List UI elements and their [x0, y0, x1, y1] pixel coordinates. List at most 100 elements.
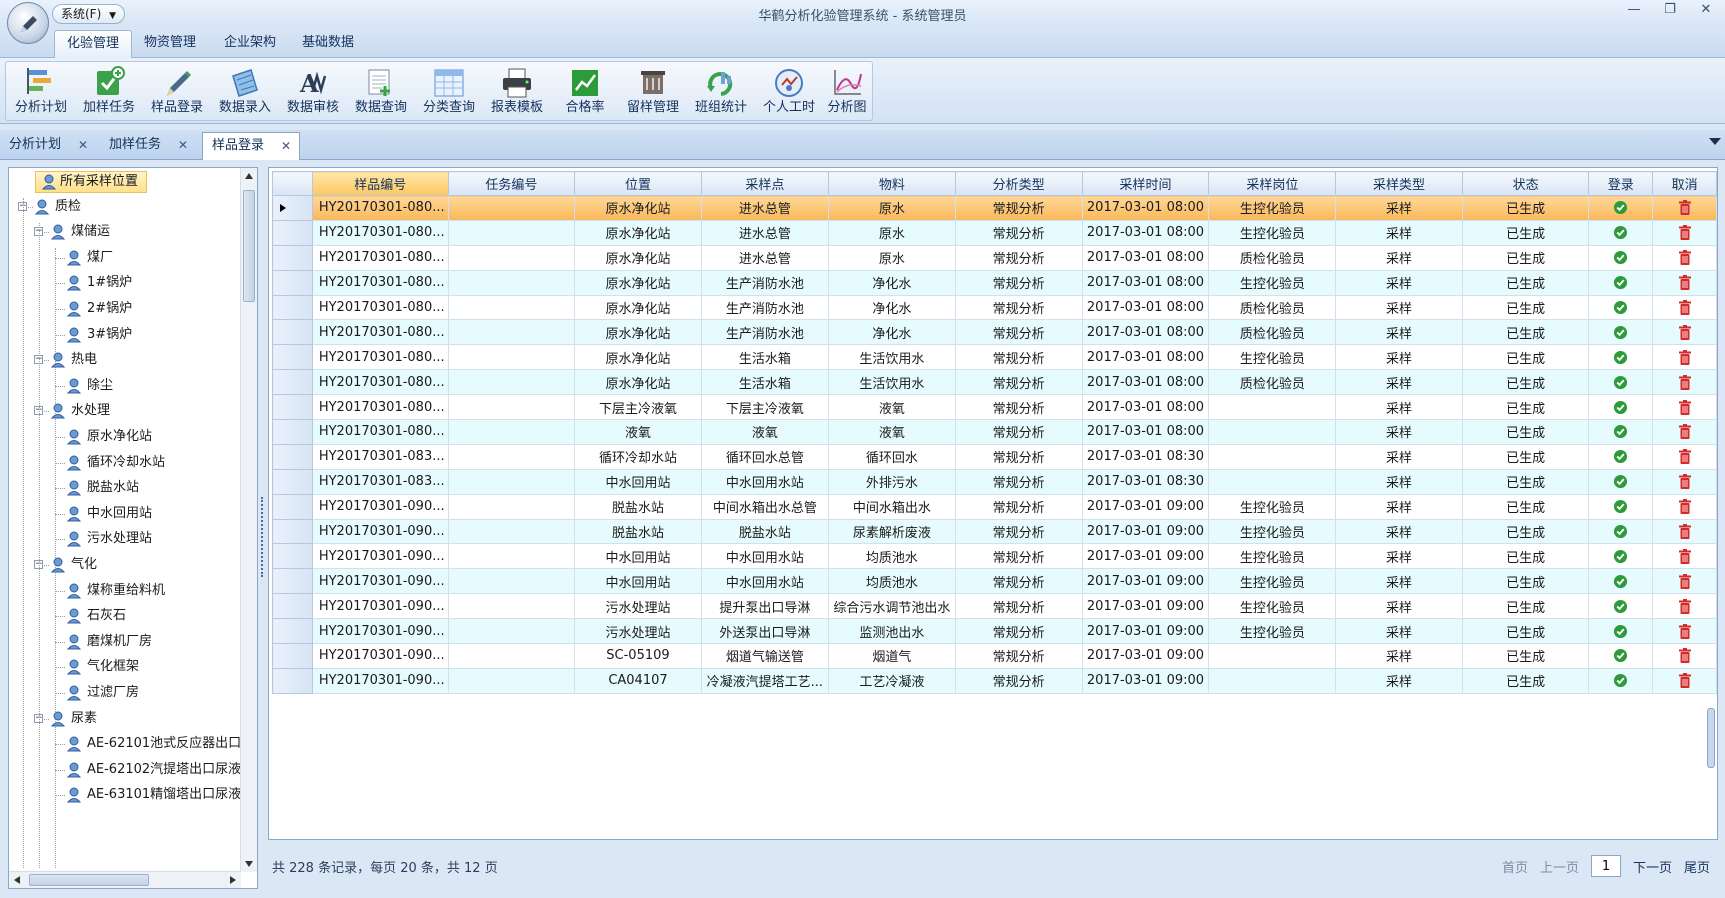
- table-row[interactable]: HY20170301-090... 污水处理站 外送泵出口导淋 监测池出水 常规分析 20…: [272, 618, 1717, 645]
- login-action[interactable]: [1588, 419, 1654, 445]
- table-row[interactable]: HY20170301-090... 污水处理站 提升泵出口导淋 综合污水调节池出水 常规…: [272, 593, 1717, 620]
- maximize-icon[interactable]: ❐: [1661, 2, 1679, 17]
- next-page-link[interactable]: 下一页: [1633, 857, 1672, 876]
- login-action[interactable]: [1588, 244, 1654, 271]
- close-icon[interactable]: ✕: [1697, 2, 1715, 17]
- login-action[interactable]: [1588, 319, 1654, 346]
- close-icon[interactable]: ✕: [281, 133, 291, 159]
- column-header[interactable]: 采样点: [700, 171, 829, 196]
- personal-hours-button[interactable]: 个人工时: [756, 64, 822, 120]
- tree-root-all-locations[interactable]: 所有采样位置: [35, 171, 148, 193]
- column-header[interactable]: 样品编号: [311, 171, 449, 196]
- login-action[interactable]: [1588, 219, 1654, 246]
- table-row[interactable]: HY20170301-080... 原水净化站 生产消防水池 净化水 常规分析 2017-…: [272, 319, 1717, 346]
- row-indicator[interactable]: [272, 593, 313, 620]
- ribbon-tab-lab-management[interactable]: 化验管理: [54, 30, 133, 58]
- table-row[interactable]: HY20170301-090... 中水回用站 中水回用水站 均质池水 常规分析 2017…: [272, 568, 1717, 595]
- login-action[interactable]: [1588, 468, 1654, 495]
- table-row[interactable]: HY20170301-080... 原水净化站 生产消防水池 净化水 常规分析 2017-…: [272, 269, 1717, 296]
- row-indicator[interactable]: [272, 219, 313, 246]
- login-action[interactable]: [1588, 195, 1654, 221]
- cancel-action[interactable]: [1652, 443, 1717, 470]
- table-row[interactable]: HY20170301-090... SC-05109 烟道气输送管 烟道气 常规分析 20…: [272, 643, 1717, 669]
- login-action[interactable]: [1588, 518, 1654, 545]
- prev-page-link[interactable]: 上一页: [1540, 857, 1579, 876]
- cancel-action[interactable]: [1652, 593, 1717, 620]
- table-row[interactable]: HY20170301-090... 脱盐水站 中间水箱出水总管 中间水箱出水 常规分析 2…: [272, 493, 1717, 520]
- column-header[interactable]: 采样时间: [1081, 171, 1210, 196]
- cancel-action[interactable]: [1652, 269, 1717, 296]
- team-stats-button[interactable]: 班组统计: [688, 64, 754, 120]
- cancel-action[interactable]: [1652, 568, 1717, 595]
- tab-list-dropdown-icon[interactable]: [1709, 138, 1721, 145]
- sample-login-button[interactable]: 样品登录: [144, 64, 210, 120]
- login-action[interactable]: [1588, 493, 1654, 520]
- column-header[interactable]: 取消: [1652, 171, 1717, 196]
- row-indicator[interactable]: [272, 667, 313, 694]
- scroll-down-icon[interactable]: [245, 861, 253, 867]
- retained-sample-button[interactable]: 留样管理: [620, 64, 686, 120]
- row-indicator[interactable]: [272, 244, 313, 271]
- scroll-thumb[interactable]: [243, 190, 255, 302]
- cancel-action[interactable]: [1652, 394, 1717, 421]
- cancel-action[interactable]: [1652, 518, 1717, 545]
- login-action[interactable]: [1588, 667, 1654, 694]
- table-row[interactable]: HY20170301-080... 原水净化站 生活水箱 生活饮用水 常规分析 2017-…: [272, 344, 1717, 371]
- tree-vertical-scrollbar[interactable]: [240, 168, 257, 872]
- row-indicator[interactable]: [272, 269, 313, 296]
- table-row[interactable]: HY20170301-080... 液氧 液氧 液氧 常规分析 2017-03-01 08…: [272, 419, 1717, 445]
- table-row[interactable]: HY20170301-080... 下层主冷液氧 下层主冷液氧 液氧 常规分析 2017-…: [272, 394, 1717, 421]
- cancel-action[interactable]: [1652, 319, 1717, 346]
- table-row[interactable]: HY20170301-083... 中水回用站 中水回用水站 外排污水 常规分析 2017…: [272, 468, 1717, 495]
- row-indicator[interactable]: [272, 394, 313, 421]
- panel-splitter[interactable]: [260, 167, 266, 889]
- cancel-action[interactable]: [1652, 195, 1717, 221]
- login-action[interactable]: [1588, 543, 1654, 570]
- table-row[interactable]: HY20170301-080... 原水净化站 生产消防水池 净化水 常规分析 2017-…: [272, 294, 1717, 321]
- column-header[interactable]: 位置: [574, 171, 702, 196]
- row-indicator[interactable]: [272, 319, 313, 346]
- table-row[interactable]: HY20170301-080... 原水净化站 进水总管 原水 常规分析 2017-03-…: [272, 219, 1717, 246]
- row-indicator[interactable]: [272, 468, 313, 495]
- row-indicator[interactable]: [272, 568, 313, 595]
- login-action[interactable]: [1588, 618, 1654, 645]
- row-indicator[interactable]: [272, 543, 313, 570]
- row-indicator[interactable]: [272, 369, 313, 396]
- login-action[interactable]: [1588, 593, 1654, 620]
- data-query-button[interactable]: 数据查询: [348, 64, 414, 120]
- table-row[interactable]: HY20170301-090... 脱盐水站 脱盐水站 尿素解析废液 常规分析 2017-…: [272, 518, 1717, 545]
- column-header[interactable]: 采样岗位: [1208, 171, 1337, 196]
- column-header[interactable]: 状态: [1461, 171, 1590, 196]
- scroll-up-icon[interactable]: [245, 173, 253, 179]
- first-page-link[interactable]: 首页: [1502, 857, 1528, 876]
- grid-scroll-thumb[interactable]: [1707, 708, 1715, 768]
- cancel-action[interactable]: [1652, 294, 1717, 321]
- pass-rate-button[interactable]: 合格率: [552, 64, 618, 120]
- login-action[interactable]: [1588, 568, 1654, 595]
- cancel-action[interactable]: [1652, 369, 1717, 396]
- cancel-action[interactable]: [1652, 419, 1717, 445]
- analysis-chart-button[interactable]: 分析图: [814, 64, 880, 120]
- cancel-action[interactable]: [1652, 493, 1717, 520]
- column-header[interactable]: 采样类型: [1335, 171, 1463, 196]
- close-icon[interactable]: ✕: [178, 132, 188, 158]
- table-row[interactable]: HY20170301-080... 原水净化站 进水总管 原水 常规分析 2017-03-…: [272, 195, 1717, 221]
- login-action[interactable]: [1588, 643, 1654, 669]
- scroll-thumb[interactable]: [29, 874, 149, 886]
- login-action[interactable]: [1588, 344, 1654, 371]
- row-indicator[interactable]: [272, 344, 313, 371]
- doc-tab-add-task[interactable]: 加样任务 ✕: [100, 132, 196, 160]
- row-indicator[interactable]: [272, 195, 313, 221]
- close-icon[interactable]: ✕: [78, 132, 88, 158]
- page-number-input[interactable]: [1590, 855, 1621, 877]
- doc-tab-sample-login[interactable]: 样品登录 ✕: [202, 132, 300, 160]
- splitter-grip[interactable]: [261, 497, 264, 577]
- row-indicator[interactable]: [272, 643, 313, 669]
- ribbon-tab-organization[interactable]: 企业架构: [212, 30, 288, 58]
- login-action[interactable]: [1588, 294, 1654, 321]
- row-indicator[interactable]: [272, 443, 313, 470]
- row-indicator[interactable]: [272, 419, 313, 445]
- table-row[interactable]: HY20170301-090... CA04107 冷凝液汽提塔工艺... 工艺冷凝液…: [272, 667, 1717, 694]
- cancel-action[interactable]: [1652, 219, 1717, 246]
- app-menu-button[interactable]: [7, 2, 49, 44]
